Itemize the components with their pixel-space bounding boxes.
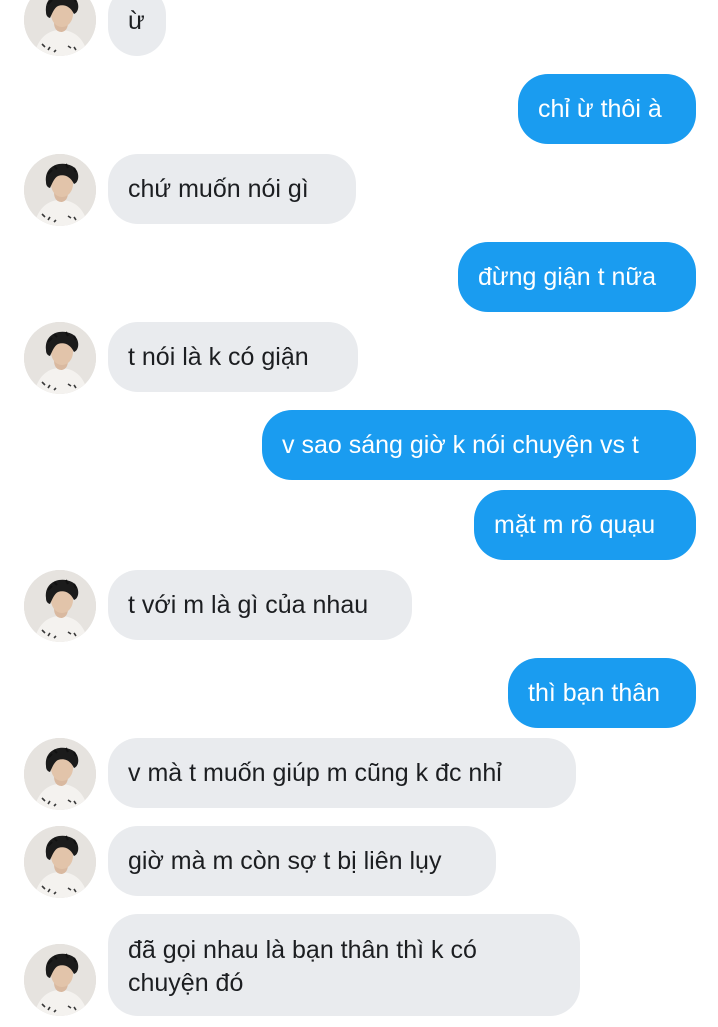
message-text: mặt m rõ quạu <box>494 511 656 539</box>
message-bubble[interactable]: v sao sáng giờ k nói chuyện vs t <box>262 410 696 480</box>
contact-avatar-icon[interactable] <box>24 322 96 394</box>
message-text: ừ <box>128 7 145 35</box>
message-text: giờ mà m còn sợ t bị liên lụy <box>128 847 442 875</box>
message-text: t nói là k có giận <box>128 343 309 371</box>
message-bubble[interactable]: đã gọi nhau là bạn thân thì k có chuyện … <box>108 914 580 1016</box>
message-text: chỉ ừ thôi à <box>538 95 662 123</box>
message-text: đừng giận t nữa <box>478 263 657 291</box>
contact-avatar-icon[interactable] <box>24 738 96 810</box>
message-text: thì bạn thân <box>528 679 661 707</box>
message-text: v mà t muốn giúp m cũng k đc nhỉ <box>128 759 502 787</box>
contact-avatar-icon[interactable] <box>24 154 96 226</box>
message-bubble[interactable]: v mà t muốn giúp m cũng k đc nhỉ <box>108 738 576 808</box>
message-bubble[interactable]: đừng giận t nữa <box>458 242 696 312</box>
message-bubble[interactable]: mặt m rõ quạu <box>474 490 696 560</box>
message-bubble[interactable]: ừ <box>108 0 166 56</box>
message-text: đã gọi nhau là bạn thân thì k có chuyện … <box>128 936 477 997</box>
contact-avatar-icon[interactable] <box>24 0 96 56</box>
message-bubble[interactable]: giờ mà m còn sợ t bị liên lụy <box>108 826 496 896</box>
message-text: t với m là gì của nhau <box>128 591 369 619</box>
message-bubble[interactable]: t nói là k có giận <box>108 322 358 392</box>
contact-avatar-icon[interactable] <box>24 944 96 1016</box>
message-text: chứ muốn nói gì <box>128 175 309 203</box>
message-bubble[interactable]: thì bạn thân <box>508 658 696 728</box>
message-text: v sao sáng giờ k nói chuyện vs t <box>282 431 639 459</box>
contact-avatar-icon[interactable] <box>24 570 96 642</box>
message-bubble[interactable]: t với m là gì của nhau <box>108 570 412 640</box>
message-bubble[interactable]: chỉ ừ thôi à <box>518 74 696 144</box>
contact-avatar-icon[interactable] <box>24 826 96 898</box>
message-bubble[interactable]: chứ muốn nói gì <box>108 154 356 224</box>
